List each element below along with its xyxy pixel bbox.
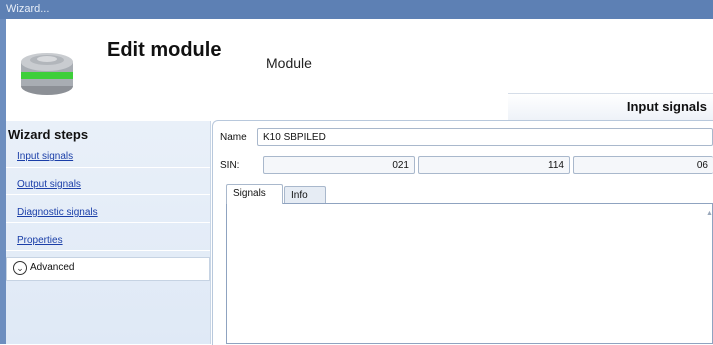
step-link-input-signals[interactable]: Input signals xyxy=(17,151,73,162)
step-link-properties[interactable]: Properties xyxy=(17,235,63,246)
step-link-diagnostic-signals[interactable]: Diagnostic signals xyxy=(17,207,98,218)
sin-field-3[interactable]: 06 xyxy=(573,156,713,174)
tab-info[interactable]: Info xyxy=(284,186,326,204)
section-tab-input-signals[interactable]: Input signals xyxy=(508,93,713,120)
advanced-label: Advanced xyxy=(30,262,75,273)
name-label: Name xyxy=(220,132,247,143)
sin-field-1[interactable]: 021 xyxy=(263,156,415,174)
wizard-steps-title: Wizard steps xyxy=(8,127,89,142)
step-link-output-signals[interactable]: Output signals xyxy=(17,179,81,190)
name-field[interactable]: K10 SBPILED xyxy=(257,128,713,146)
module-device-icon xyxy=(21,53,73,95)
section-tab-label: Input signals xyxy=(626,99,707,114)
window-titlebar: Wizard... xyxy=(0,0,713,19)
sin-label: SIN: xyxy=(220,160,240,171)
chevron-down-circle-icon[interactable]: ⌄ xyxy=(13,261,27,275)
window-title: Wizard... xyxy=(6,3,50,15)
scroll-up-icon[interactable]: ▲ xyxy=(706,210,713,217)
page-subtitle: Module xyxy=(266,55,312,71)
sin-field-2[interactable]: 114 xyxy=(418,156,570,174)
page-title: Edit module xyxy=(107,39,222,61)
tab-signals[interactable]: Signals xyxy=(226,184,283,204)
signals-list[interactable] xyxy=(226,203,713,344)
